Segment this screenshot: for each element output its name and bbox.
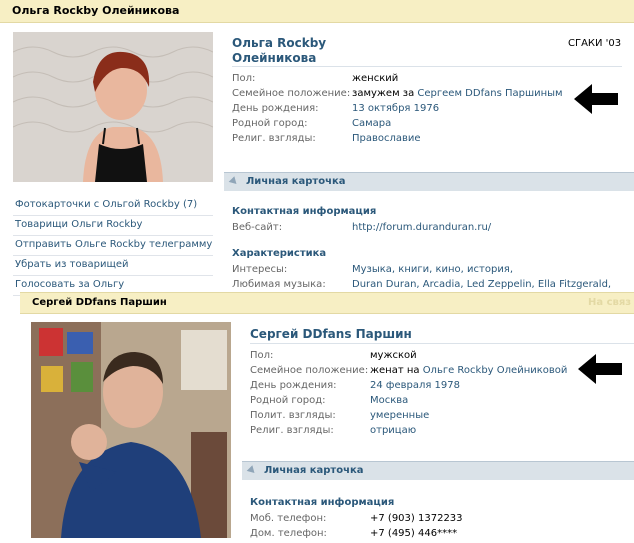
info-value: замужем за Сергеем DDfans Паршиным xyxy=(352,88,563,99)
info-label: Религ. взгляды: xyxy=(232,133,316,144)
info-value: мужской xyxy=(370,350,417,361)
profile2-photo-image xyxy=(31,322,231,538)
profile1-name-line1: Ольга Rockby xyxy=(232,36,327,50)
spouse-link[interactable]: Сергеем DDfans Паршиным xyxy=(417,88,562,99)
home-label: Дом. телефон: xyxy=(250,528,327,539)
profile2-section-bar[interactable]: Личная карточка xyxy=(242,461,634,480)
birthday-link[interactable]: 24 февраля 1978 xyxy=(370,380,460,391)
info-label: Пол: xyxy=(250,350,274,361)
info-label: Родной город: xyxy=(250,395,326,406)
info-value: женат на Ольге Rockby Олейниковой xyxy=(370,365,567,376)
divider xyxy=(250,343,634,344)
profile1-header-bar: Ольга Rockby Олейникова xyxy=(0,0,634,23)
arrow-left-icon xyxy=(574,84,618,114)
interests-value[interactable]: Музыка, книги, кино, история, xyxy=(352,264,513,275)
photos-link[interactable]: Фотокарточки с Ольгой Rockby (7) xyxy=(13,196,213,216)
info-label: Семейное положение: xyxy=(250,365,369,376)
profile1-photo-image xyxy=(13,32,213,182)
divider xyxy=(232,66,622,67)
profile1-photo[interactable] xyxy=(13,32,213,182)
arrow-left-icon xyxy=(578,354,622,384)
profile1-action-links: Фотокарточки с Ольгой Rockby (7) Товарищ… xyxy=(13,196,213,296)
profile1-name-line2: Олейникова xyxy=(232,51,317,65)
hometown-link[interactable]: Самара xyxy=(352,118,391,129)
info-label: Пол: xyxy=(232,73,256,84)
music-label: Любимая музыка: xyxy=(232,279,326,290)
online-status: На связ xyxy=(588,297,632,308)
characteristics-rows: Интересы: Музыка, книги, кино, история, … xyxy=(232,264,632,294)
info-label: Родной город: xyxy=(232,118,308,129)
profile2-photo[interactable] xyxy=(31,322,231,538)
info-label: Религ. взгляды: xyxy=(250,425,334,436)
friends-link[interactable]: Товарищи Ольги Rockby xyxy=(13,216,213,236)
remove-friend-link[interactable]: Убрать из товарищей xyxy=(13,256,213,276)
profile2-name: Сергей DDfans Паршин xyxy=(250,327,412,341)
website-label: Веб-сайт: xyxy=(232,222,283,233)
profile2-header-title: Сергей DDfans Паршин xyxy=(32,297,167,308)
music-value[interactable]: Duran Duran, Arcadia, Led Zeppelin, Ella… xyxy=(352,279,611,290)
marital-prefix: замужем за xyxy=(352,88,418,99)
info-label: День рождения: xyxy=(250,380,337,391)
interests-label: Интересы: xyxy=(232,264,288,275)
phone-rows: Моб. телефон: +7 (903) 1372233 Дом. теле… xyxy=(250,513,634,539)
contact-heading: Контактная информация xyxy=(250,497,395,508)
characteristics-heading: Характеристика xyxy=(232,248,327,259)
mobile-value: +7 (903) 1372233 xyxy=(370,513,463,524)
info-label: Семейное положение: xyxy=(232,88,351,99)
religion-link[interactable]: отрицаю xyxy=(370,425,416,436)
home-value: +7 (495) 446**** xyxy=(370,528,458,539)
spouse-link[interactable]: Ольге Rockby Олейниковой xyxy=(423,365,568,376)
website-row: Веб-сайт: http://forum.duranduran.ru/ xyxy=(232,222,632,237)
profile1-name: Ольга Rockby Олейникова xyxy=(232,36,422,66)
section-title: Личная карточка xyxy=(246,176,346,187)
profile1-header-title: Ольга Rockby Олейникова xyxy=(12,4,180,17)
profile2-header-bar: Сергей DDfans Паршин На связ xyxy=(20,292,634,314)
contact-heading: Контактная информация xyxy=(232,206,377,217)
religion-link[interactable]: Православие xyxy=(352,133,421,144)
send-telegram-link[interactable]: Отправить Ольге Rockby телеграмму xyxy=(13,236,213,256)
section-title: Личная карточка xyxy=(264,465,364,476)
profile1-section-bar[interactable]: Личная карточка xyxy=(224,172,634,191)
collapse-arrow-icon xyxy=(246,465,258,476)
political-link[interactable]: умеренные xyxy=(370,410,429,421)
birthday-link[interactable]: 13 октября 1976 xyxy=(352,103,439,114)
info-label: Полит. взгляды: xyxy=(250,410,336,421)
info-value: женский xyxy=(352,73,399,84)
marital-prefix: женат на xyxy=(370,365,423,376)
info-label: День рождения: xyxy=(232,103,319,114)
mobile-label: Моб. телефон: xyxy=(250,513,327,524)
collapse-arrow-icon xyxy=(228,176,240,187)
website-link[interactable]: http://forum.duranduran.ru/ xyxy=(352,222,491,233)
profile1-school: СГАКИ '03 xyxy=(568,38,622,49)
hometown-link[interactable]: Москва xyxy=(370,395,408,406)
